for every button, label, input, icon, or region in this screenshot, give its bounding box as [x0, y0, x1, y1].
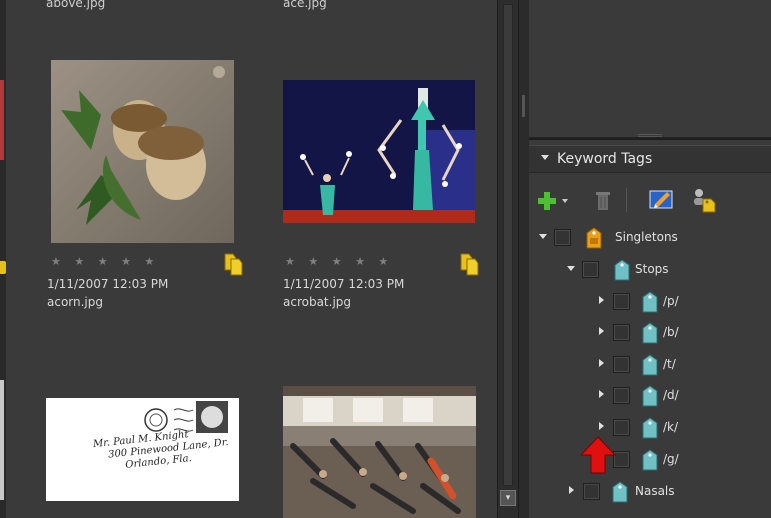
teal-tag-icon [639, 354, 661, 380]
keyword-row-stops[interactable]: Stops [567, 259, 767, 281]
keyword-label: /b/ [663, 325, 679, 339]
teal-tag-icon [639, 291, 661, 317]
edit-keyword-button[interactable] [649, 188, 675, 214]
filename-label: above.jpg [46, 0, 106, 10]
panel-splitter[interactable] [519, 0, 529, 518]
keyword-toolbar [529, 184, 771, 218]
keyword-checkbox[interactable] [583, 483, 600, 500]
keyword-checkbox[interactable] [554, 229, 571, 246]
expand-triangle-icon[interactable] [539, 234, 547, 239]
keyword-checkbox[interactable] [613, 419, 630, 436]
keyword-label: Singletons [615, 230, 678, 244]
new-keyword-button[interactable] [537, 190, 571, 216]
teal-tag-icon [639, 322, 661, 348]
file-date: 1/11/2007 12:03 PM [283, 277, 405, 291]
panel-resize-grip[interactable] [638, 134, 662, 137]
acorn-thumbnail[interactable] [51, 60, 234, 243]
keyword-label: /g/ [663, 452, 679, 466]
delete-keyword-button[interactable] [595, 189, 611, 215]
keyword-checkbox[interactable] [613, 324, 630, 341]
filename-label: ace.jpg [283, 0, 327, 10]
file-name: acorn.jpg [47, 295, 104, 309]
expand-triangle-icon[interactable] [599, 296, 604, 304]
keyword-row-k[interactable]: /k/ [599, 417, 769, 439]
keyword-row-p[interactable]: /p/ [599, 291, 769, 313]
keyword-checkbox[interactable] [582, 261, 599, 278]
browser-vertical-scrollbar[interactable]: ▾ [497, 0, 519, 518]
tag-person-button[interactable] [689, 187, 719, 217]
pencil-edit-icon [649, 190, 673, 209]
keyword-checkbox[interactable] [613, 356, 630, 373]
keyword-label: Nasals [635, 484, 675, 498]
keyword-row-d[interactable]: /d/ [599, 385, 769, 407]
teal-tag-icon [609, 481, 631, 507]
tag-person-icon [694, 189, 716, 213]
keyword-row-singletons[interactable]: Singletons [539, 227, 769, 249]
star-rating[interactable]: ★ ★ ★ ★ ★ [285, 255, 393, 268]
keyword-checkbox[interactable] [613, 387, 630, 404]
keyword-checkbox[interactable] [613, 293, 630, 310]
envelope-thumbnail[interactable]: Mr. Paul M. Knight 300 Pinewood Lane, Dr… [46, 398, 239, 501]
green-plus-icon [538, 192, 568, 210]
star-rating[interactable]: ★ ★ ★ ★ ★ [51, 255, 159, 268]
keyword-label: /k/ [663, 420, 679, 434]
file-name: acrobat.jpg [283, 295, 352, 309]
scroll-down-button[interactable]: ▾ [500, 490, 516, 506]
media-browser: above.jpg ace.jpg ★ ★ ★ ★ ★ 1/11/2007 12… [0, 0, 497, 518]
splitter-grip[interactable] [522, 95, 525, 117]
keyword-label: /t/ [663, 357, 676, 371]
keyword-tags-title: Keyword Tags [557, 151, 653, 167]
orange-tag-icon [583, 227, 605, 253]
keyword-row-b[interactable]: /b/ [599, 322, 769, 344]
file-date: 1/11/2007 12:03 PM [47, 277, 169, 291]
red-annotation-arrow-icon [579, 436, 617, 478]
teal-tag-icon [639, 449, 661, 475]
teal-tag-icon [639, 385, 661, 411]
tag-badge-icon [0, 258, 8, 280]
keyword-label: Stops [635, 262, 669, 276]
teal-tag-icon [611, 259, 633, 285]
keyword-tag-badge-icon [222, 250, 244, 280]
expand-triangle-icon[interactable] [567, 266, 575, 271]
upper-panel [529, 0, 771, 138]
scrollbar-thumb[interactable] [503, 4, 513, 486]
expand-triangle-icon[interactable] [599, 422, 604, 430]
acrobat-thumbnail[interactable] [283, 80, 475, 223]
keyword-label: /p/ [663, 294, 679, 308]
trash-icon [596, 192, 610, 210]
collapse-triangle-icon[interactable] [541, 155, 549, 160]
expand-triangle-icon[interactable] [599, 327, 604, 335]
keyword-tag-badge-icon [458, 250, 480, 280]
teal-tag-icon [639, 417, 661, 443]
keyword-label: /d/ [663, 388, 679, 402]
expand-triangle-icon[interactable] [599, 359, 604, 367]
yoga-class-thumbnail[interactable] [283, 386, 476, 518]
keyword-tags-header[interactable]: Keyword Tags [529, 145, 771, 173]
keyword-row-t[interactable]: /t/ [599, 354, 769, 376]
keyword-tags-panel: Keyword Tags Singletons Stops /p/ /b/ /t… [529, 140, 771, 518]
previous-column-edge-2 [0, 380, 4, 500]
keyword-row-g[interactable]: /g/ [599, 449, 769, 471]
expand-triangle-icon[interactable] [569, 486, 574, 494]
previous-column-edge [0, 80, 4, 160]
expand-triangle-icon[interactable] [599, 390, 604, 398]
toolbar-separator [626, 188, 627, 212]
keyword-row-nasals[interactable]: Nasals [569, 481, 769, 503]
